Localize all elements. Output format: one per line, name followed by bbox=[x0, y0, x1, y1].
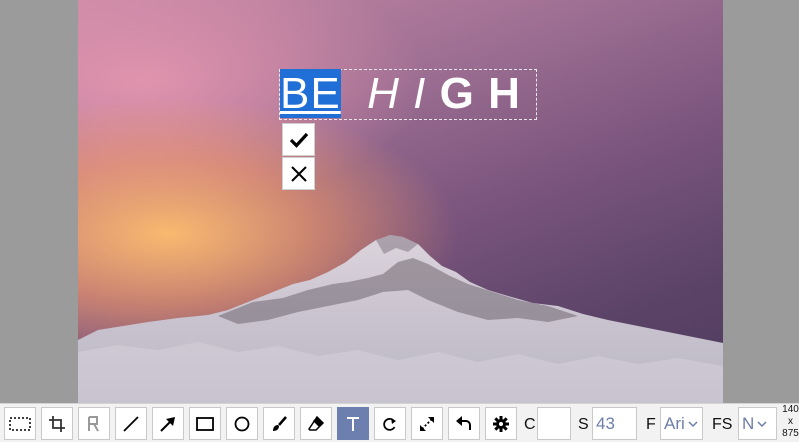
undo-icon bbox=[456, 415, 471, 430]
image-width: 140 bbox=[782, 404, 799, 415]
text-tool-button[interactable] bbox=[337, 407, 369, 440]
brush-icon bbox=[273, 415, 287, 431]
image-height: 875 bbox=[782, 428, 799, 439]
line-tool-button[interactable] bbox=[115, 407, 147, 440]
undo-tool-button[interactable] bbox=[448, 407, 480, 440]
resize-tool-button[interactable] bbox=[411, 407, 443, 440]
selected-text[interactable]: BE bbox=[280, 69, 341, 118]
select-tool-button[interactable] bbox=[4, 407, 36, 440]
italic-text[interactable]: H I bbox=[367, 69, 426, 118]
chevron-down-icon bbox=[688, 420, 698, 427]
crop-icon bbox=[49, 415, 65, 432]
mountain-image bbox=[78, 235, 723, 403]
rectangle-tool-button[interactable] bbox=[189, 407, 221, 440]
check-icon bbox=[289, 132, 308, 148]
font-select[interactable]: Ari bbox=[660, 407, 703, 440]
image-canvas[interactable] bbox=[78, 0, 723, 403]
rectangle-icon bbox=[196, 416, 214, 431]
toolbar: C S 43 F Ari FS N bbox=[0, 403, 799, 442]
font-select-value: Ari bbox=[664, 414, 685, 433]
eraser-tool-button[interactable] bbox=[300, 407, 332, 440]
color-label: C bbox=[524, 416, 536, 433]
font-style-select-value: N bbox=[742, 414, 755, 433]
brush-tool-button[interactable] bbox=[263, 407, 295, 440]
image-dimensions: 140 x 875 bbox=[782, 404, 799, 440]
chevron-down-icon bbox=[757, 420, 767, 427]
settings-tool-button[interactable] bbox=[485, 407, 517, 440]
ellipse-tool-button[interactable] bbox=[226, 407, 258, 440]
crop-tool-button[interactable] bbox=[41, 407, 73, 440]
size-label: S bbox=[578, 416, 589, 433]
resize-icon bbox=[420, 416, 434, 431]
cancel-text-button[interactable] bbox=[282, 157, 315, 190]
line-icon bbox=[123, 415, 139, 432]
rotate-tool-button[interactable] bbox=[374, 407, 406, 440]
size-input[interactable]: 43 bbox=[592, 407, 637, 440]
bold-text[interactable]: G H bbox=[440, 69, 521, 118]
font-style-select[interactable]: N bbox=[738, 407, 777, 440]
eraser-icon bbox=[308, 415, 325, 431]
confirm-text-button[interactable] bbox=[282, 123, 315, 156]
gear-icon bbox=[493, 415, 509, 432]
text-editor[interactable]: BE H I G H bbox=[280, 69, 521, 119]
pixelate-icon bbox=[88, 415, 99, 431]
color-swatch[interactable] bbox=[537, 407, 571, 440]
font-style-label: FS bbox=[712, 416, 733, 433]
rotate-icon bbox=[383, 417, 396, 431]
select-rect-icon bbox=[9, 416, 31, 431]
circle-icon bbox=[234, 416, 250, 431]
close-icon bbox=[290, 165, 307, 182]
arrow-icon bbox=[160, 416, 175, 432]
text-icon bbox=[347, 416, 359, 431]
arrow-tool-button[interactable] bbox=[152, 407, 184, 440]
font-label: F bbox=[646, 416, 656, 433]
dimension-separator: x bbox=[788, 416, 793, 427]
pixelate-tool-button[interactable] bbox=[78, 407, 110, 440]
